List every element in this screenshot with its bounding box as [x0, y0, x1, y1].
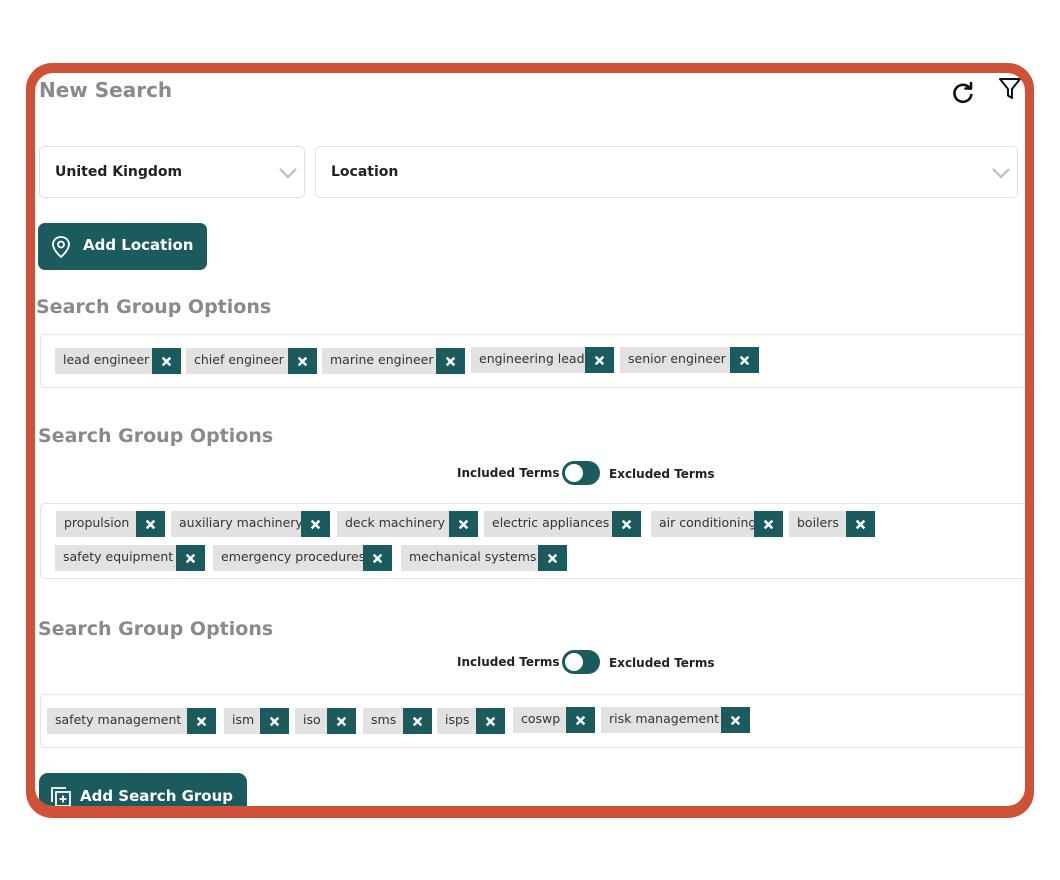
tag-chip: isps — [437, 708, 505, 734]
tag-label: auxiliary machinery — [171, 511, 303, 537]
tag-label: air conditioning — [651, 511, 756, 537]
tag-label: iso — [295, 708, 327, 734]
remove-tag-icon[interactable] — [538, 545, 567, 571]
tag-chip: air conditioning — [651, 511, 783, 537]
tag-chip: engineering lead — [471, 347, 614, 373]
location-select[interactable]: Location — [315, 146, 1018, 198]
tag-chip: mechanical systems — [401, 545, 567, 571]
remove-tag-icon[interactable] — [152, 348, 181, 374]
tag-label: deck machinery — [337, 511, 449, 537]
remove-tag-icon[interactable] — [436, 348, 465, 374]
tag-chip: safety management — [47, 708, 216, 734]
tag-label: isps — [437, 708, 476, 734]
group-3-tag-box: safety management ism iso sms isps coswp… — [40, 694, 1025, 748]
tag-label: ism — [224, 708, 260, 734]
filter-icon[interactable] — [996, 75, 1024, 103]
tag-chip: coswp — [513, 707, 595, 733]
remove-tag-icon[interactable] — [288, 348, 317, 374]
tag-label: lead engineer — [55, 348, 152, 374]
tag-chip: electric appliances — [484, 511, 641, 537]
remove-tag-icon[interactable] — [327, 708, 356, 734]
included-terms-label: Included Terms — [457, 655, 560, 669]
remove-tag-icon[interactable] — [846, 511, 875, 537]
tag-label: marine engineer — [322, 348, 436, 374]
tag-chip: propulsion — [56, 511, 165, 537]
tag-chip: deck machinery — [337, 511, 478, 537]
tag-label: chief engineer — [186, 348, 288, 374]
refresh-icon[interactable] — [949, 79, 977, 107]
add-location-button[interactable]: Add Location — [38, 223, 207, 270]
excluded-terms-label: Excluded Terms — [609, 467, 715, 481]
remove-tag-icon[interactable] — [363, 545, 392, 571]
tag-chip: boilers — [789, 511, 875, 537]
group-2-term-toggle-row: Included Terms Excluded Terms — [457, 461, 757, 485]
tag-label: electric appliances — [484, 511, 612, 537]
add-group-icon — [51, 787, 71, 806]
page-title: New Search — [39, 78, 173, 102]
remove-tag-icon[interactable] — [301, 511, 330, 537]
tag-label: safety management — [47, 708, 187, 734]
tag-chip: emergency procedures — [213, 545, 392, 571]
group-2-heading: Search Group Options — [38, 425, 274, 447]
add-search-group-label: Add Search Group — [80, 787, 234, 805]
tag-label: coswp — [513, 707, 566, 733]
tag-label: engineering lead — [471, 347, 585, 373]
remove-tag-icon[interactable] — [721, 707, 750, 733]
toggle-knob — [565, 653, 583, 671]
excluded-terms-label: Excluded Terms — [609, 656, 715, 670]
group-1-tag-box: lead engineer chief engineer marine engi… — [40, 334, 1025, 388]
tag-chip: lead engineer — [55, 348, 181, 374]
remove-tag-icon[interactable] — [476, 708, 505, 734]
tag-label: safety equipment — [55, 545, 176, 571]
tag-label: sms — [363, 708, 403, 734]
country-value: United Kingdom — [55, 164, 183, 180]
include-exclude-toggle[interactable] — [562, 650, 600, 674]
group-2-tag-box: propulsion auxiliary machinery deck mach… — [40, 503, 1025, 579]
tag-chip: sms — [363, 708, 432, 734]
remove-tag-icon[interactable] — [187, 708, 216, 734]
country-select[interactable]: United Kingdom — [39, 146, 305, 198]
search-panel: New Search United Kingdom Location Add L… — [35, 73, 1025, 806]
group-3-heading: Search Group Options — [38, 618, 274, 640]
tag-label: risk management — [601, 707, 721, 733]
tag-chip: safety equipment — [55, 545, 205, 571]
remove-tag-icon[interactable] — [566, 707, 595, 733]
tag-chip: iso — [295, 708, 356, 734]
tag-label: propulsion — [56, 511, 136, 537]
included-terms-label: Included Terms — [457, 466, 560, 480]
remove-tag-icon[interactable] — [136, 511, 165, 537]
remove-tag-icon[interactable] — [612, 511, 641, 537]
chevron-down-icon — [279, 168, 297, 179]
tag-chip: senior engineer — [620, 347, 759, 373]
tag-chip: ism — [224, 708, 289, 734]
remove-tag-icon[interactable] — [449, 511, 478, 537]
remove-tag-icon[interactable] — [730, 347, 759, 373]
tag-label: boilers — [789, 511, 846, 537]
tag-chip: risk management — [601, 707, 750, 733]
add-location-label: Add Location — [83, 236, 194, 254]
remove-tag-icon[interactable] — [754, 511, 783, 537]
remove-tag-icon[interactable] — [585, 347, 614, 373]
remove-tag-icon[interactable] — [260, 708, 289, 734]
include-exclude-toggle[interactable] — [562, 461, 600, 485]
location-pin-icon — [52, 236, 70, 259]
group-1-heading: Search Group Options — [36, 296, 272, 318]
tag-chip: chief engineer — [186, 348, 317, 374]
tag-label: senior engineer — [620, 347, 730, 373]
chevron-down-icon — [992, 168, 1010, 179]
location-value: Location — [331, 164, 399, 180]
tag-label: emergency procedures — [213, 545, 365, 571]
toggle-knob — [565, 464, 583, 482]
remove-tag-icon[interactable] — [176, 545, 205, 571]
add-search-group-button[interactable]: Add Search Group — [39, 773, 247, 806]
group-3-term-toggle-row: Included Terms Excluded Terms — [457, 650, 757, 674]
remove-tag-icon[interactable] — [403, 708, 432, 734]
tag-chip: marine engineer — [322, 348, 465, 374]
tag-label: mechanical systems — [401, 545, 538, 571]
tag-chip: auxiliary machinery — [171, 511, 330, 537]
